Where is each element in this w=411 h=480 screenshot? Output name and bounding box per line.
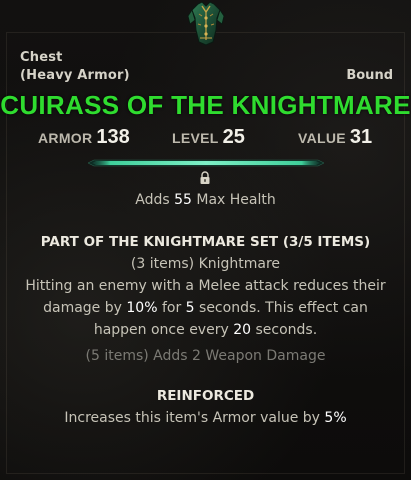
set-bonus-5: (5 items) Adds 2 Weapon Damage: [85, 348, 326, 364]
enchant-pre: Adds: [135, 192, 175, 208]
set-bonus-3-line-1: Hitting an enemy with a Melee attack red…: [25, 278, 386, 294]
bonus3-line2-pre: damage by: [43, 300, 127, 316]
enchant-amount: 55: [174, 192, 192, 208]
armor-stat: ARMOR 138: [38, 126, 130, 149]
enchant-post: Max Health: [191, 192, 276, 208]
bonus3-secs: 5: [185, 300, 195, 316]
bonus3-line3-post: seconds.: [251, 322, 318, 338]
set-bonus-3-line-2: damage by 10% for 5 seconds. This effect…: [0, 300, 411, 316]
enchant-text: Adds 55 Max Health: [0, 192, 411, 208]
trait-pct: 5%: [324, 410, 347, 426]
bonus3-line2-post: seconds. This effect can: [194, 300, 368, 316]
trait-desc-pre: Increases this item's Armor value by: [64, 410, 325, 426]
armor-label: ARMOR: [38, 130, 93, 146]
value-label: VALUE: [298, 130, 346, 146]
bonus3-cooldown: 20: [233, 322, 252, 338]
armor-value: 138: [96, 126, 130, 148]
stats-row: ARMOR 138 LEVEL 25 VALUE 31: [0, 126, 411, 150]
lock-icon: [200, 171, 210, 184]
level-label: LEVEL: [172, 130, 219, 146]
bound-status: Bound: [346, 68, 393, 83]
set-bonus-3-line-3: happen once every 20 seconds.: [0, 322, 411, 338]
item-name: CUIRASS OF THE KNIGHTMARE: [0, 90, 411, 120]
trait-description: Increases this item's Armor value by 5%: [0, 410, 411, 426]
value-value: 31: [349, 126, 373, 148]
bonus3-line3-pre: happen once every: [93, 322, 234, 338]
level-stat: LEVEL 25: [172, 126, 245, 149]
item-tooltip: Chest (Heavy Armor) Bound CUIRASS OF THE…: [0, 0, 411, 480]
charge-bar: [88, 159, 324, 167]
set-title: PART OF THE KNIGHTMARE SET (3/5 ITEMS): [40, 234, 371, 250]
item-slot: Chest: [20, 50, 63, 65]
item-armor-type: (Heavy Armor): [20, 68, 130, 83]
chest-armor-icon: [187, 1, 225, 46]
value-stat: VALUE 31: [298, 126, 372, 149]
bonus3-pct: 10%: [126, 300, 158, 316]
bonus3-line2-mid: for: [157, 300, 186, 316]
level-value: 25: [222, 126, 245, 148]
trait-name: REINFORCED: [156, 388, 255, 404]
set-bonus-3-title: (3 items) Knightmare: [130, 256, 281, 272]
